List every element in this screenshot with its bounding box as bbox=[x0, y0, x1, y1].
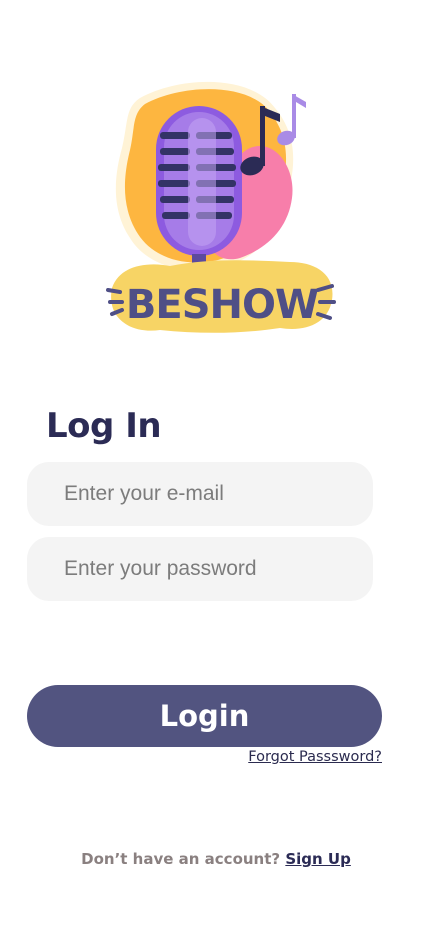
signup-prompt: Don’t have an account? bbox=[81, 850, 281, 868]
email-input[interactable] bbox=[27, 462, 373, 526]
password-field[interactable] bbox=[27, 537, 373, 601]
signup-link[interactable]: Sign Up bbox=[285, 850, 351, 868]
beshow-logo: BESHOW bbox=[100, 78, 340, 340]
login-button[interactable]: Login bbox=[27, 685, 382, 747]
page-title: Log In bbox=[46, 406, 162, 446]
password-input[interactable] bbox=[27, 537, 373, 601]
microphone-logo-icon: BESHOW bbox=[106, 81, 336, 333]
signup-row: Don’t have an account? Sign Up bbox=[0, 850, 432, 868]
forgot-password-link[interactable]: Forgot Passsword? bbox=[248, 749, 382, 765]
logo-wordmark: BESHOW bbox=[126, 282, 318, 328]
email-field[interactable] bbox=[27, 462, 373, 526]
